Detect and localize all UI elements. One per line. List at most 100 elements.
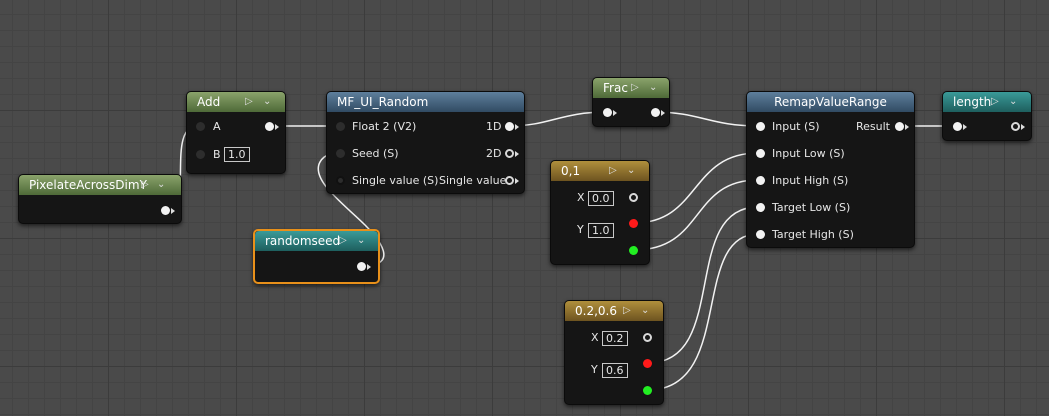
node-header[interactable]: RemapValueRange <box>747 92 914 112</box>
output-pin[interactable] <box>161 206 170 215</box>
input-pin-target-low[interactable] <box>756 203 765 212</box>
input-pin-a[interactable] <box>196 122 205 131</box>
input-pin-b[interactable] <box>196 150 205 159</box>
node-length[interactable]: length ▷ ⌄ <box>942 91 1032 141</box>
preview-toggle-icon[interactable]: ▷ <box>609 161 617 181</box>
output-arrow-icon <box>171 208 175 214</box>
x-label: X <box>577 191 585 204</box>
pin-label-2d: 2D <box>486 147 502 160</box>
b-value-field[interactable]: 1.0 <box>224 147 250 162</box>
output-arrow-icon <box>275 124 279 130</box>
wire-const01-red-to-input-low <box>633 152 759 224</box>
input-pin[interactable] <box>603 108 612 117</box>
output-arrow-icon <box>905 124 909 130</box>
output-pin-2d[interactable] <box>505 149 514 158</box>
node-add[interactable]: Add ▷ ⌄ A B 1.0 <box>186 91 286 174</box>
preview-toggle-icon[interactable]: ▷ <box>631 78 639 98</box>
input-pin-single-value[interactable] <box>336 176 345 185</box>
output-pin-single-value[interactable] <box>505 176 514 185</box>
node-header[interactable]: PixelateAcrossDimY ▷ ⌄ <box>19 175 181 195</box>
output-arrow-icon <box>515 178 519 184</box>
chevron-down-icon[interactable]: ⌄ <box>649 78 657 98</box>
chevron-down-icon[interactable]: ⌄ <box>627 161 635 181</box>
output-arrow-icon <box>1021 124 1025 130</box>
chevron-down-icon[interactable]: ⌄ <box>641 301 649 321</box>
input-pin-float2[interactable] <box>336 122 345 131</box>
output-pin-rg[interactable] <box>643 333 652 342</box>
node-title: RemapValueRange <box>774 95 887 109</box>
output-pin-rg[interactable] <box>629 193 638 202</box>
x-value-field[interactable]: 0.0 <box>588 191 614 206</box>
output-pin[interactable] <box>357 262 366 271</box>
node-title: 0,1 <box>561 164 581 178</box>
preview-toggle-icon[interactable]: ▷ <box>339 231 347 251</box>
node-title: MF_UI_Random <box>337 95 429 109</box>
node-header[interactable]: Add ▷ ⌄ <box>187 92 285 112</box>
preview-toggle-icon[interactable]: ▷ <box>623 301 631 321</box>
pin-label-b: B <box>213 148 221 161</box>
preview-toggle-icon[interactable]: ▷ <box>245 92 253 112</box>
node-header[interactable]: 0,1 ▷ ⌄ <box>551 161 649 181</box>
y-value-field[interactable]: 0.6 <box>602 363 628 378</box>
output-pin-green[interactable] <box>629 246 638 255</box>
node-randomseed[interactable]: randomseed ▷ ⌄ <box>253 229 380 284</box>
output-pin-red[interactable] <box>629 219 638 228</box>
output-pin[interactable] <box>265 122 274 131</box>
preview-toggle-icon[interactable]: ▷ <box>141 175 149 195</box>
pin-label-result: Result <box>856 120 890 133</box>
pin-label-input-high: Input High (S) <box>772 174 849 187</box>
node-title: 0.2,0.6 <box>575 304 617 318</box>
node-title: length <box>953 95 992 109</box>
pin-label-single-value-out: Single value <box>439 174 507 187</box>
node-header[interactable]: 0.2,0.6 ▷ ⌄ <box>565 301 663 321</box>
node-frac[interactable]: Frac ▷ ⌄ <box>592 77 670 127</box>
wire-const0206-red-to-target-low <box>647 206 759 364</box>
input-pin[interactable] <box>953 122 962 131</box>
chevron-down-icon[interactable]: ⌄ <box>357 231 365 251</box>
node-constant-0-1[interactable]: 0,1 ▷ ⌄ X 0.0 Y 1.0 <box>550 160 650 265</box>
input-pin-target-high[interactable] <box>756 230 765 239</box>
output-pin-result[interactable] <box>895 122 904 131</box>
node-pixelate-across-dim-y[interactable]: PixelateAcrossDimY ▷ ⌄ <box>18 174 182 224</box>
output-pin-red[interactable] <box>643 359 652 368</box>
pin-label-input-low: Input Low (S) <box>772 147 845 160</box>
pin-label-target-low: Target Low (S) <box>772 201 851 214</box>
input-pin-input[interactable] <box>756 122 765 131</box>
pin-label-target-high: Target High (S) <box>772 228 854 241</box>
chevron-down-icon[interactable]: ⌄ <box>157 175 165 195</box>
node-header[interactable]: Frac ▷ ⌄ <box>593 78 669 98</box>
node-header[interactable]: randomseed ▷ ⌄ <box>255 231 378 251</box>
pin-label-1d: 1D <box>486 120 502 133</box>
input-pin-input-high[interactable] <box>756 176 765 185</box>
pin-label-float2: Float 2 (V2) <box>352 120 417 133</box>
node-remap-value-range[interactable]: RemapValueRange Input (S) Result Input L… <box>746 91 915 248</box>
y-value-field[interactable]: 1.0 <box>588 223 614 238</box>
wire-const0206-green-to-target-high <box>647 233 759 391</box>
input-arrow-icon <box>963 124 967 130</box>
x-value-field[interactable]: 0.2 <box>602 331 628 346</box>
pin-label-single-value-in: Single value (S) <box>352 174 439 187</box>
node-title: Add <box>197 95 221 109</box>
node-title: PixelateAcrossDimY <box>29 178 147 192</box>
output-arrow-icon <box>515 151 519 157</box>
chevron-down-icon[interactable]: ⌄ <box>263 92 271 112</box>
input-pin-seed[interactable] <box>336 149 345 158</box>
node-mf-ui-random[interactable]: MF_UI_Random Float 2 (V2) 1D Seed (S) 2D… <box>326 91 525 194</box>
output-arrow-icon <box>515 124 519 130</box>
wire-const01-green-to-input-high <box>633 179 759 251</box>
chevron-down-icon[interactable]: ⌄ <box>1009 92 1017 112</box>
preview-toggle-icon[interactable]: ▷ <box>991 92 999 112</box>
node-header[interactable]: length ▷ ⌄ <box>943 92 1031 112</box>
y-label: Y <box>577 223 584 236</box>
output-pin-green[interactable] <box>643 386 652 395</box>
y-label: Y <box>591 363 598 376</box>
input-pin-input-low[interactable] <box>756 149 765 158</box>
output-pin[interactable] <box>1011 122 1020 131</box>
node-header[interactable]: MF_UI_Random <box>327 92 524 112</box>
node-title: randomseed <box>265 234 341 248</box>
node-title: Frac <box>603 81 628 95</box>
output-pin-1d[interactable] <box>505 122 514 131</box>
output-arrow-icon <box>367 264 371 270</box>
output-pin[interactable] <box>651 108 660 117</box>
node-constant-0-2-0-6[interactable]: 0.2,0.6 ▷ ⌄ X 0.2 Y 0.6 <box>564 300 664 405</box>
